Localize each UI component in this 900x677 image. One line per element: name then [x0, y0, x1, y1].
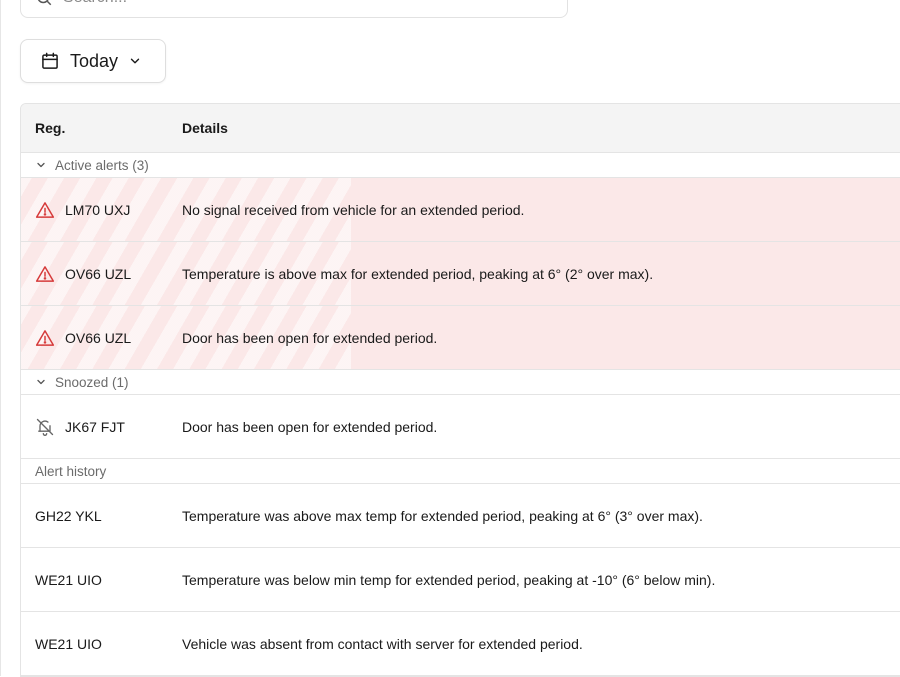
- row-reg: JK67 FJT: [65, 418, 125, 435]
- row-reg: LM70 UXJ: [65, 201, 131, 218]
- table-row[interactable]: OV66 UZL Temperature is above max for ex…: [21, 242, 900, 306]
- row-details: Door has been open for extended period.: [182, 329, 438, 346]
- row-reg: OV66 UZL: [65, 329, 132, 346]
- group-alert-history: Alert history: [21, 459, 900, 484]
- row-reg: OV66 UZL: [65, 265, 132, 282]
- chevron-down-icon[interactable]: [35, 376, 47, 388]
- left-divider: [0, 0, 1, 676]
- row-details: Door has been open for extended period.: [182, 418, 438, 435]
- column-header-details[interactable]: Details: [182, 120, 228, 136]
- row-reg: WE21 UIO: [35, 571, 102, 588]
- chevron-down-icon[interactable]: [35, 159, 47, 171]
- alerts-table: Reg. Details Active alerts (3) LM70 UXJ …: [20, 103, 900, 677]
- row-details: No signal received from vehicle for an e…: [182, 201, 525, 218]
- search-input[interactable]: [61, 0, 545, 8]
- row-reg: WE21 UIO: [35, 635, 102, 652]
- table-row[interactable]: GH22 YKL Temperature was above max temp …: [21, 484, 900, 548]
- group-label: Alert history: [35, 463, 107, 479]
- warning-triangle-icon: [35, 330, 55, 346]
- table-row[interactable]: WE21 UIO Vehicle was absent from contact…: [21, 612, 900, 676]
- row-details: Temperature was below min temp for exten…: [182, 571, 716, 588]
- column-header-reg[interactable]: Reg.: [35, 120, 65, 136]
- row-details: Vehicle was absent from contact with ser…: [182, 635, 583, 652]
- row-details: Temperature was above max temp for exten…: [182, 507, 703, 524]
- search-icon: [37, 0, 52, 6]
- chevron-down-icon: [130, 58, 140, 64]
- calendar-icon: [42, 52, 58, 69]
- bell-off-icon: [36, 418, 54, 436]
- group-active-alerts[interactable]: Active alerts (3): [21, 153, 900, 178]
- table-row[interactable]: OV66 UZL Door has been open for extended…: [21, 306, 900, 370]
- table-row[interactable]: JK67 FJT Door has been open for extended…: [21, 395, 900, 459]
- row-reg: GH22 YKL: [35, 507, 102, 524]
- search-field[interactable]: [20, 0, 568, 18]
- group-snoozed[interactable]: Snoozed (1): [21, 370, 900, 395]
- table-row[interactable]: WE21 UIO Temperature was below min temp …: [21, 548, 900, 612]
- date-filter-button[interactable]: Today: [20, 39, 166, 83]
- group-label: Snoozed (1): [55, 374, 129, 390]
- warning-triangle-icon: [35, 266, 55, 282]
- row-details: Temperature is above max for extended pe…: [182, 265, 654, 282]
- warning-triangle-icon: [35, 202, 55, 218]
- table-row[interactable]: LM70 UXJ No signal received from vehicle…: [21, 178, 900, 242]
- date-filter-label: Today: [70, 50, 119, 71]
- group-label: Active alerts (3): [55, 157, 149, 173]
- table-header: Reg. Details: [21, 104, 900, 153]
